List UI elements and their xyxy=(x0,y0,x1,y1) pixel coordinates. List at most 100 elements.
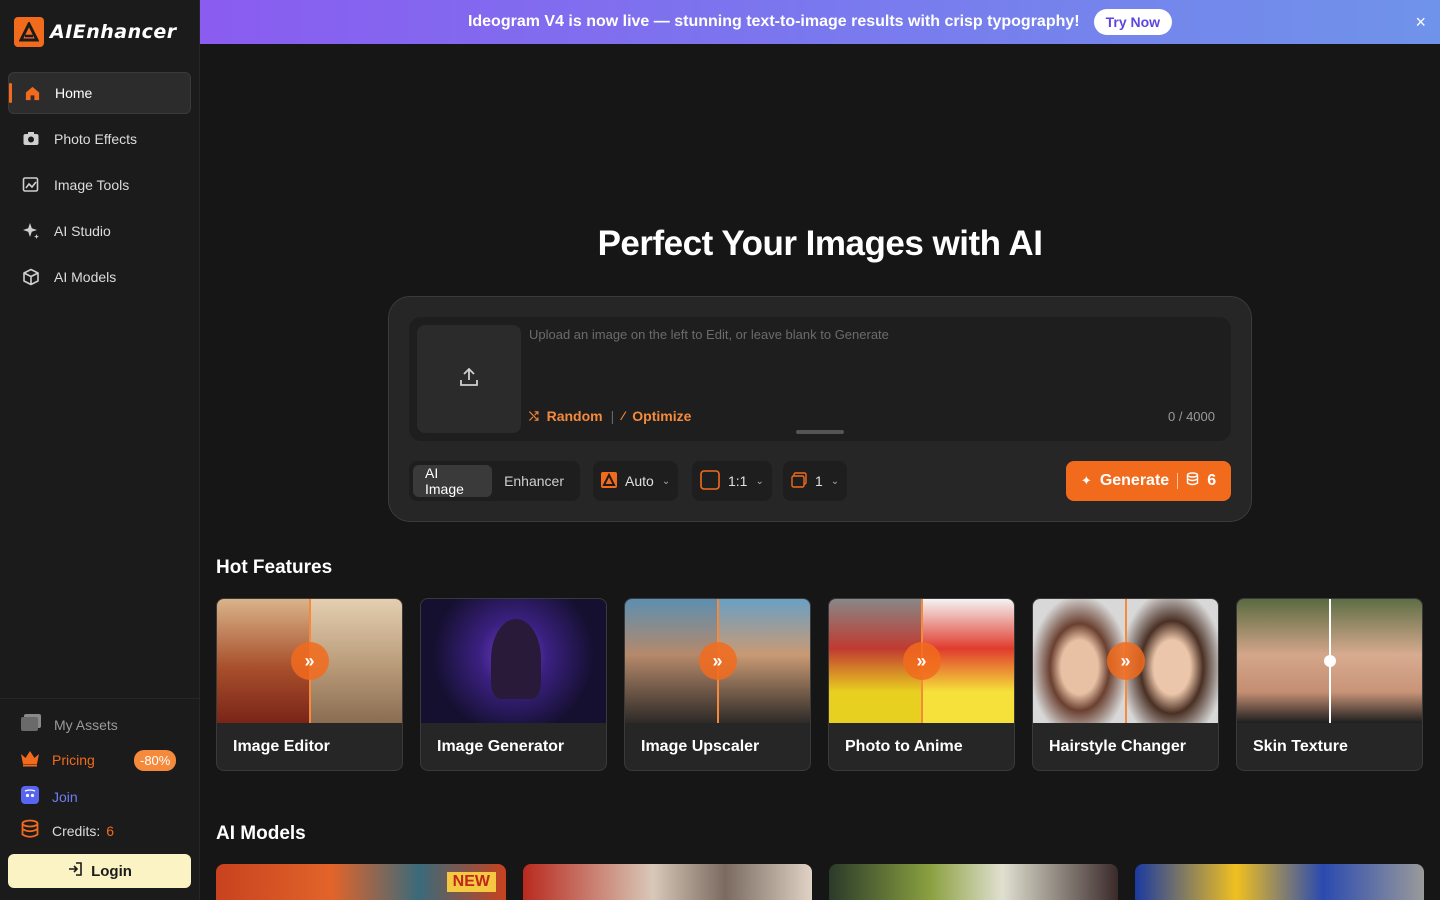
char-counter: 0 / 4000 xyxy=(1168,409,1215,424)
credits-value: 6 xyxy=(106,822,115,839)
hot-features-title: Hot Features xyxy=(216,557,333,578)
count-value: 1 xyxy=(815,473,823,489)
sidebar-item-ai-studio[interactable]: AI Studio xyxy=(8,210,191,252)
model-value: Auto xyxy=(625,473,654,489)
feature-card-image-upscaler[interactable]: » Image Upscaler xyxy=(624,598,811,771)
model-select[interactable]: Auto ⌄ xyxy=(593,461,679,501)
aspect-ratio-icon xyxy=(700,469,720,493)
feature-card-label: Skin Texture xyxy=(1253,738,1348,755)
prompt-area: Upload an image on the left to Edit, or … xyxy=(409,317,1231,441)
separator: | xyxy=(610,408,615,424)
sidebar-item-label: Photo Effects xyxy=(54,131,138,147)
generate-cost: 6 xyxy=(1207,472,1217,489)
sidebar-item-home[interactable]: Home xyxy=(8,72,191,114)
optimize-button[interactable]: Optimize xyxy=(632,408,691,424)
feature-card-photo-to-anime[interactable]: » Photo to Anime xyxy=(828,598,1015,771)
login-icon xyxy=(67,861,83,881)
feature-thumbnail: » xyxy=(625,599,810,723)
compare-handle[interactable] xyxy=(1323,655,1336,667)
model-card[interactable] xyxy=(523,864,812,900)
generate-button[interactable]: ✦ Generate 6 xyxy=(1066,461,1231,501)
generator-panel: Upload an image on the left to Edit, or … xyxy=(388,296,1252,522)
sidebar-item-label: AI Models xyxy=(54,269,117,285)
model-card[interactable]: NEW xyxy=(216,864,506,900)
feature-thumbnail xyxy=(1237,599,1422,723)
sidebar-divider xyxy=(0,698,199,699)
page-title: Perfect Your Images with AI xyxy=(597,224,1043,263)
shuffle-icon: ⤭ xyxy=(529,408,539,423)
sidebar-nav: Home Photo Effects Image Tools AI Studio… xyxy=(8,72,191,302)
sparkle-icon xyxy=(22,222,40,240)
resize-handle[interactable] xyxy=(796,430,844,434)
random-button[interactable]: Random xyxy=(547,408,603,424)
feature-thumbnail: » xyxy=(1033,599,1218,723)
feature-card-label: Image Editor xyxy=(233,738,330,755)
upload-icon xyxy=(458,366,480,393)
feature-card-hairstyle-changer[interactable]: » Hairstyle Changer xyxy=(1032,598,1219,771)
brand-logo[interactable]: AIEnhancer xyxy=(14,17,177,47)
magic-wand-icon: ⁄ xyxy=(622,409,625,423)
join-discord-link[interactable]: Join xyxy=(20,785,78,808)
mode-tabs: AI Image Enhancer xyxy=(409,461,580,501)
ratio-value: 1:1 xyxy=(728,473,748,489)
model-card[interactable] xyxy=(1135,864,1424,900)
close-icon[interactable]: × xyxy=(1415,12,1426,33)
feature-card-skin-texture[interactable]: Skin Texture xyxy=(1236,598,1423,771)
feature-card-label: Hairstyle Changer xyxy=(1049,738,1186,755)
prompt-actions: ⤭ Random | ⁄ Optimize xyxy=(529,408,691,424)
sidebar-item-image-tools[interactable]: Image Tools xyxy=(8,164,191,206)
chevron-down-icon: ⌄ xyxy=(830,475,840,487)
login-button[interactable]: Login xyxy=(8,854,191,888)
count-select[interactable]: 1 ⌄ xyxy=(783,461,848,501)
my-assets-label: My Assets xyxy=(54,716,118,733)
coins-icon xyxy=(1186,471,1199,491)
feature-card-image-generator[interactable]: Image Generator xyxy=(420,598,607,771)
sidebar-item-label: Image Tools xyxy=(54,177,130,193)
prompt-input[interactable]: Upload an image on the left to Edit, or … xyxy=(529,327,889,342)
feature-thumbnail: » xyxy=(217,599,402,723)
credits-label: Credits: xyxy=(52,822,101,839)
logo-icon xyxy=(14,17,44,47)
sidebar-item-label: Home xyxy=(55,85,93,101)
separator xyxy=(1177,473,1179,489)
ai-models-title: AI Models xyxy=(216,823,306,844)
pricing-label: Pricing xyxy=(52,751,95,768)
home-icon xyxy=(23,84,41,102)
compare-icon: » xyxy=(902,642,941,680)
compare-icon: » xyxy=(698,642,737,680)
feature-card-label: Image Generator xyxy=(437,738,565,755)
chevron-down-icon: ⌄ xyxy=(661,475,671,487)
image-edit-icon xyxy=(22,176,40,194)
camera-icon xyxy=(22,130,40,148)
ratio-select[interactable]: 1:1 ⌄ xyxy=(692,461,772,501)
feature-card-image-editor[interactable]: » Image Editor xyxy=(216,598,403,771)
folder-icon xyxy=(20,713,42,736)
model-card[interactable] xyxy=(829,864,1118,900)
model-cards: NEW xyxy=(216,864,1424,900)
feature-card-label: Image Upscaler xyxy=(641,738,760,755)
discord-icon xyxy=(20,785,40,808)
model-logo-icon xyxy=(601,471,617,491)
sparkle-icon: ✦ xyxy=(1080,473,1092,488)
tab-ai-image[interactable]: AI Image xyxy=(413,465,493,497)
tab-enhancer[interactable]: Enhancer xyxy=(492,465,576,497)
announcement-banner: Ideogram V4 is now live — stunning text-… xyxy=(200,0,1440,44)
feature-cards: » Image Editor Image Generator » Image U… xyxy=(216,598,1423,771)
try-now-button[interactable]: Try Now xyxy=(1093,9,1173,35)
brand-name: AIEnhancer xyxy=(50,21,177,43)
sidebar: AIEnhancer Home Photo Effects Image Tool… xyxy=(0,0,200,900)
compare-icon: » xyxy=(290,642,329,680)
pricing-link[interactable]: Pricing xyxy=(20,749,95,770)
sidebar-item-label: AI Studio xyxy=(54,223,111,239)
feature-thumbnail: » xyxy=(829,599,1014,723)
cube-icon xyxy=(22,268,40,286)
sidebar-item-photo-effects[interactable]: Photo Effects xyxy=(8,118,191,160)
banner-text: Ideogram V4 is now live — stunning text-… xyxy=(467,13,1080,30)
new-badge: NEW xyxy=(446,872,496,892)
upload-button[interactable] xyxy=(417,325,521,433)
sidebar-item-ai-models[interactable]: AI Models xyxy=(8,256,191,298)
my-assets-link[interactable]: My Assets xyxy=(20,713,118,736)
crown-icon xyxy=(20,749,40,770)
join-label: Join xyxy=(52,788,78,805)
discount-badge: -80% xyxy=(134,750,177,771)
